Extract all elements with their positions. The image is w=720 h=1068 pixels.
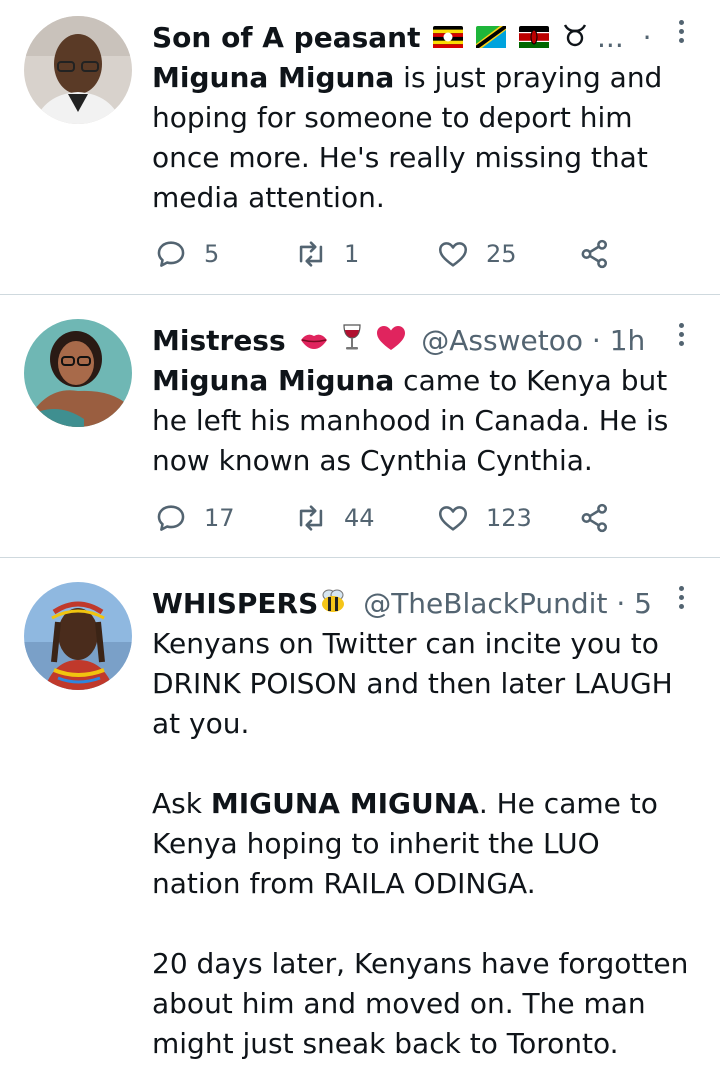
tweet-header: Son of A peasant ... · 5h: [152, 18, 652, 58]
mention[interactable]: Miguna Miguna: [152, 61, 394, 94]
tweet-header: WHISPERS @TheBlackPundit · 5h: [152, 584, 652, 624]
uganda-flag-icon: [433, 19, 464, 58]
timestamp[interactable]: 5h: [634, 587, 652, 620]
tweet[interactable]: Son of A peasant ... · 5h Miguna Miguna …: [0, 0, 720, 295]
reply-icon: [157, 241, 185, 267]
avatar-image: [24, 16, 132, 124]
tweet-paragraph: 20 days later, Kenyans have forgotten ab…: [152, 947, 689, 1060]
lips-icon: [299, 322, 329, 361]
reply-count: 5: [204, 240, 220, 268]
retweet-button[interactable]: 1: [294, 234, 359, 274]
mention[interactable]: Miguna Miguna: [152, 364, 394, 397]
display-name[interactable]: WHISPERS: [152, 587, 318, 620]
reply-button[interactable]: 5: [154, 234, 219, 274]
more-vertical-icon[interactable]: [676, 586, 686, 616]
reply-icon: [157, 505, 185, 531]
heart-icon: [438, 506, 468, 531]
red-heart-icon: [376, 322, 406, 361]
share-icon: [581, 239, 608, 269]
separator-dot: ·: [616, 587, 626, 620]
like-button[interactable]: 123: [436, 498, 532, 538]
like-button[interactable]: 25: [436, 234, 517, 274]
retweet-count: 44: [344, 504, 375, 532]
more-vertical-icon[interactable]: [676, 323, 686, 353]
separator-dot: ·: [642, 21, 652, 54]
wine-glass-icon: [341, 322, 363, 361]
retweet-icon: [299, 505, 323, 531]
mention[interactable]: MIGUNA MIGUNA: [211, 787, 479, 820]
tweet-text-content: Ask: [152, 787, 211, 820]
share-button[interactable]: [578, 234, 612, 274]
like-count: 123: [486, 504, 532, 532]
username[interactable]: @TheBlackPundit: [363, 587, 607, 620]
tanzania-flag-icon: [476, 19, 507, 58]
reply-button[interactable]: 17: [154, 498, 235, 538]
retweet-count: 1: [344, 240, 360, 268]
timestamp[interactable]: 1h: [610, 324, 646, 357]
display-name[interactable]: Son of A peasant: [152, 21, 420, 54]
tweet[interactable]: Mistress @Asswetoo · 1h Miguna Miguna ca…: [0, 295, 720, 558]
taurus-icon: [562, 19, 588, 58]
bee-icon: [318, 585, 348, 624]
tweet-text: Miguna Miguna came to Kenya but he left …: [152, 361, 692, 481]
like-count: 25: [486, 240, 517, 268]
retweet-button[interactable]: 44: [294, 498, 375, 538]
avatar-image: [24, 582, 132, 690]
separator-dot: ·: [591, 324, 601, 357]
username-truncated: ...: [597, 21, 624, 54]
more-vertical-icon[interactable]: [676, 20, 686, 50]
username[interactable]: @Asswetoo: [421, 324, 583, 357]
avatar[interactable]: [24, 319, 132, 427]
kenya-flag-icon: [519, 19, 550, 58]
retweet-icon: [299, 241, 323, 267]
share-button[interactable]: [578, 498, 612, 538]
avatar[interactable]: [24, 582, 132, 690]
share-icon: [581, 503, 608, 533]
tweet-paragraph: Ask MIGUNA MIGUNA. He came to Kenya hopi…: [152, 784, 692, 904]
tweet-actions: 17 44 123: [152, 498, 672, 538]
tweet-header: Mistress @Asswetoo · 1h: [152, 321, 652, 361]
tweet-paragraph: Kenyans on Twitter can incite you to DRI…: [152, 627, 673, 740]
avatar[interactable]: [24, 16, 132, 124]
tweet[interactable]: WHISPERS @TheBlackPundit · 5h Kenyans on…: [0, 558, 720, 1068]
display-name[interactable]: Mistress: [152, 324, 286, 357]
tweet-actions: 5 1 25: [152, 234, 672, 274]
heart-icon: [438, 242, 468, 267]
tweet-text: Miguna Miguna is just praying and hoping…: [152, 58, 692, 218]
tweet-text: Kenyans on Twitter can incite you to DRI…: [152, 624, 692, 1064]
avatar-image: [24, 319, 132, 427]
reply-count: 17: [204, 504, 235, 532]
